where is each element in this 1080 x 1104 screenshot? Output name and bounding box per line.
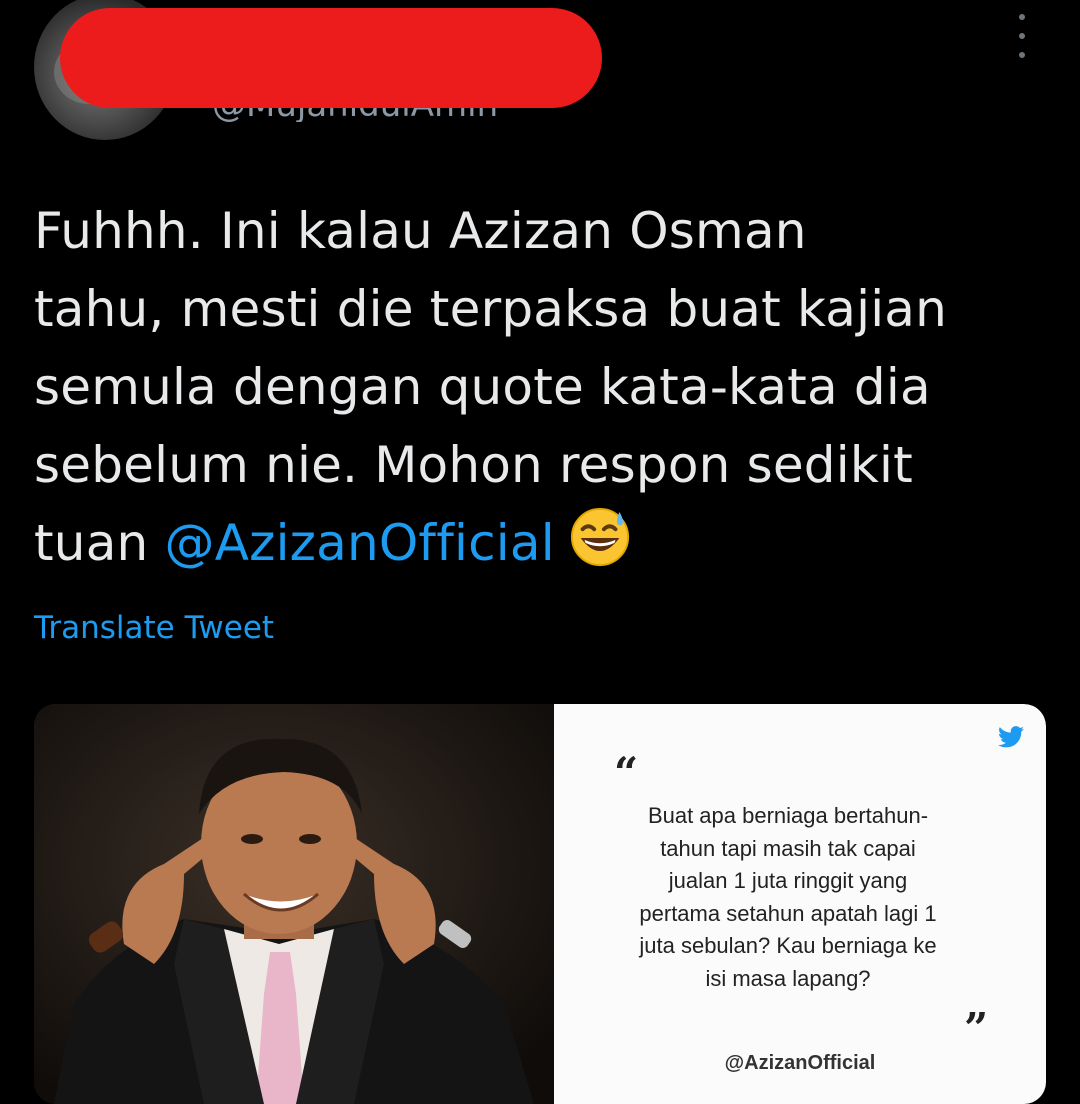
quote-line: jualan 1 juta ringgit yang	[668, 868, 908, 893]
tweet-text-last-line: tuan @AzizanOfficial	[34, 504, 1044, 582]
tweet-text-prefix: tuan	[34, 514, 165, 572]
quote-card: “ Buat apa berniaga bertahun- tahun tapi…	[554, 704, 1046, 1104]
grinning-face-with-sweat-icon	[570, 507, 629, 567]
quote-author: @AzizanOfficial	[724, 1052, 876, 1074]
tweet-media[interactable]: “ Buat apa berniaga bertahun- tahun tapi…	[34, 704, 1046, 1104]
quote-line: isi masa lapang?	[705, 965, 871, 991]
open-quote-mark: “	[614, 748, 639, 797]
quote-line: Buat apa berniaga bertahun-	[647, 803, 929, 828]
more-options-icon[interactable]	[1010, 14, 1034, 58]
redaction-bar	[60, 8, 602, 108]
twitter-bird-icon	[998, 726, 1024, 748]
translate-tweet-link[interactable]: Translate Tweet	[34, 610, 274, 646]
person-photo-illustration	[34, 704, 554, 1104]
quote-line: juta sebulan? Kau berniaga ke	[639, 933, 937, 958]
tweet-text-line: sebelum nie. Mohon respon sedikit	[34, 436, 913, 494]
tweet-text-line: Fuhhh. Ini kalau Azizan Osman	[34, 202, 807, 260]
tweet-text: Fuhhh. Ini kalau Azizan Osman tahu, mest…	[34, 192, 1044, 582]
mention-link[interactable]: @AzizanOfficial	[165, 514, 555, 572]
close-quote-mark: ”	[964, 1004, 989, 1053]
tweet-text-line: semula dengan quote kata-kata dia	[34, 358, 931, 416]
tweet-text-line: tahu, mesti die terpaksa buat kajian	[34, 280, 948, 338]
quote-line: tahun tapi masih tak capai	[660, 835, 916, 861]
quote-text: Buat apa berniaga bertahun- tahun tapi m…	[588, 800, 988, 995]
quote-line: pertama setahun apatah lagi 1	[639, 900, 937, 926]
person-photo	[34, 704, 554, 1104]
